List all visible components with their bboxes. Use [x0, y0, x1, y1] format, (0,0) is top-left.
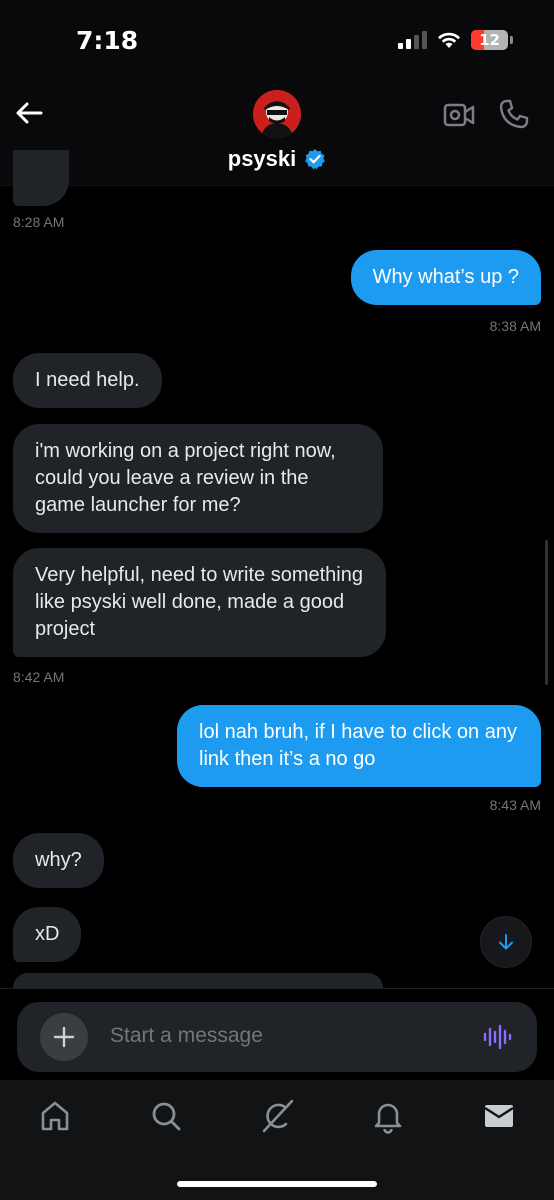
notifications-icon[interactable] — [370, 1098, 406, 1134]
video-call-icon[interactable] — [443, 100, 475, 130]
wifi-icon — [438, 32, 460, 48]
avatar[interactable] — [253, 90, 301, 138]
home-icon[interactable] — [37, 1098, 73, 1134]
messages-icon[interactable] — [481, 1098, 517, 1134]
message-timestamp: 8:28 AM — [13, 214, 65, 230]
avatar-image — [253, 90, 301, 138]
incoming-message[interactable]: I need help. — [13, 353, 162, 408]
incoming-message[interactable]: i'm working on a project right now, coul… — [13, 424, 383, 533]
grok-icon[interactable] — [259, 1098, 295, 1134]
incoming-message[interactable]: xD — [13, 907, 82, 962]
cellular-signal-icon — [398, 31, 427, 49]
message-bubble-partial[interactable] — [13, 973, 383, 988]
header-bar: 7:18 12 psyski — [0, 0, 554, 186]
scrollbar[interactable] — [545, 540, 548, 685]
message-input[interactable]: Start a message — [110, 1024, 263, 1048]
message-timestamp: 8:43 AM — [489, 797, 541, 813]
incoming-message[interactable]: Very helpful, need to write something li… — [13, 548, 386, 657]
message-composer[interactable] — [17, 1002, 537, 1072]
verified-badge-icon — [305, 149, 326, 170]
arrow-down-icon — [499, 934, 513, 950]
status-icons: 12 — [398, 30, 513, 50]
incoming-message[interactable]: why? — [13, 833, 104, 888]
home-indicator[interactable] — [177, 1181, 377, 1187]
conversation-title-row[interactable]: psyski — [0, 146, 554, 172]
battery-level: 12 — [479, 31, 500, 49]
message-timestamp: 8:42 AM — [13, 669, 65, 685]
search-icon[interactable] — [148, 1098, 184, 1134]
message-timestamp: 8:38 AM — [489, 318, 541, 334]
scroll-to-bottom-button[interactable] — [480, 916, 532, 968]
status-time: 7:18 — [76, 26, 139, 55]
conversation-title: psyski — [227, 146, 297, 171]
back-arrow-icon[interactable] — [14, 98, 44, 128]
outgoing-message[interactable]: Why what’s up ? — [350, 250, 541, 305]
plus-icon — [53, 1026, 75, 1048]
battery-icon: 12 — [471, 30, 513, 50]
message-bubble-partial[interactable] — [13, 150, 69, 206]
outgoing-message[interactable]: lol nah bruh, if I have to click on any … — [177, 705, 541, 787]
voice-message-icon[interactable] — [482, 1022, 512, 1052]
phone-call-icon[interactable] — [498, 98, 530, 130]
add-media-button[interactable] — [40, 1013, 88, 1061]
